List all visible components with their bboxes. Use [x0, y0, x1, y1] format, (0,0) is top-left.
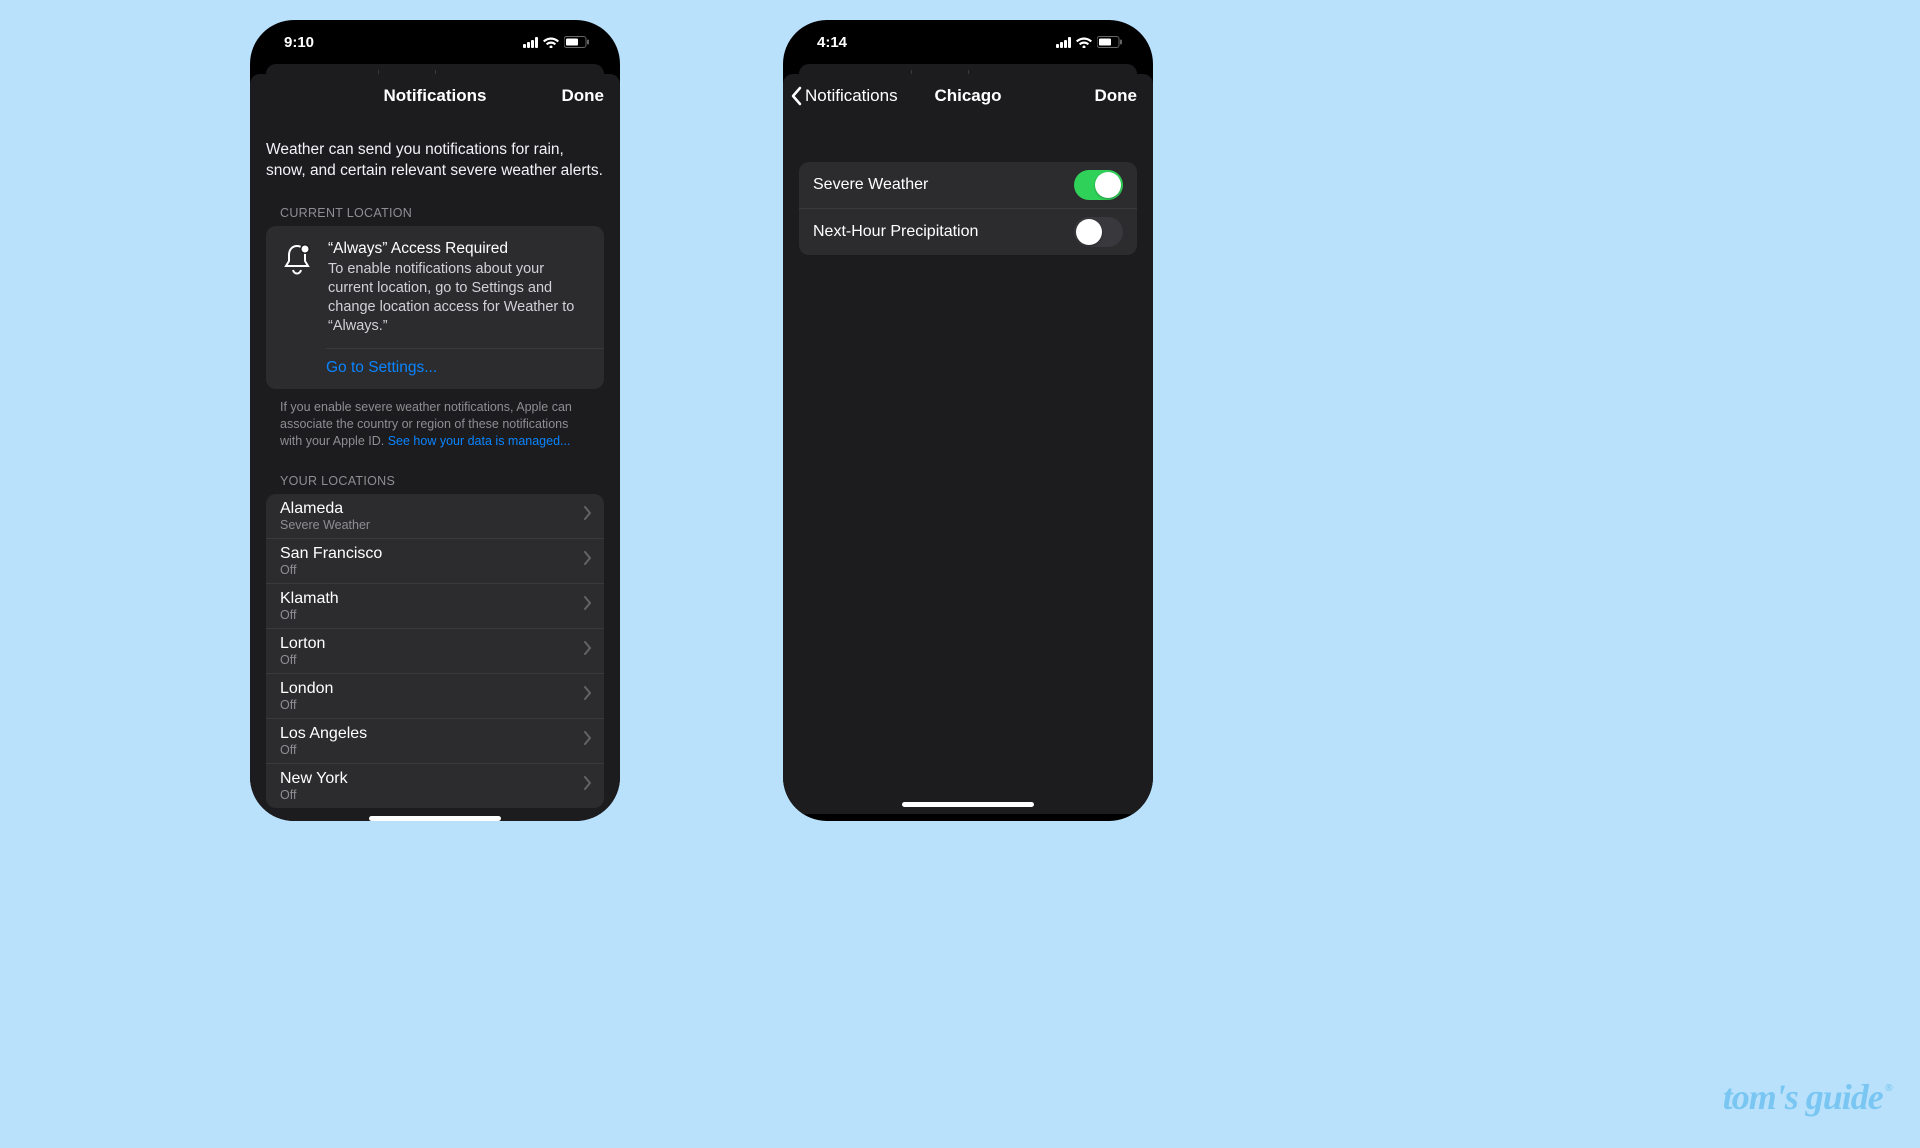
location-row[interactable]: San FranciscoOff — [266, 539, 604, 584]
chevron-right-icon — [584, 551, 592, 570]
back-label: Notifications — [805, 86, 898, 106]
location-status: Off — [280, 698, 333, 712]
privacy-footer: If you enable severe weather notificatio… — [266, 389, 604, 468]
chevron-right-icon — [584, 731, 592, 750]
phone-notifications-list: 9:10 Notifications Done Weather can send… — [250, 20, 620, 821]
location-row[interactable]: Los AngelesOff — [266, 719, 604, 764]
section-header-current-location: CURRENT LOCATION — [266, 200, 604, 226]
location-name: London — [280, 680, 333, 698]
location-status: Off — [280, 743, 367, 757]
location-name: New York — [280, 770, 348, 788]
wifi-icon — [543, 36, 559, 48]
nav-title: Chicago — [934, 86, 1001, 106]
location-row[interactable]: AlamedaSevere Weather — [266, 494, 604, 539]
alert-title: “Always” Access Required — [328, 240, 590, 258]
watermark-logo: tom's guide® — [1723, 1076, 1890, 1118]
location-name: Klamath — [280, 590, 339, 608]
toggle-list: Severe Weather Next-Hour Precipitation — [799, 162, 1137, 255]
chevron-right-icon — [584, 506, 592, 525]
toggle-switch[interactable] — [1074, 170, 1123, 200]
toggle-row: Next-Hour Precipitation — [799, 208, 1137, 255]
toggle-label: Severe Weather — [813, 176, 928, 194]
location-status: Off — [280, 788, 348, 802]
location-name: Lorton — [280, 635, 325, 653]
chevron-left-icon — [791, 86, 803, 106]
cellular-signal-icon — [1056, 37, 1071, 48]
privacy-footer-link[interactable]: See how your data is managed... — [388, 434, 571, 448]
cellular-signal-icon — [523, 37, 538, 48]
toggle-label: Next-Hour Precipitation — [813, 223, 978, 241]
location-name: Los Angeles — [280, 725, 367, 743]
home-indicator[interactable] — [902, 802, 1034, 807]
current-location-card: “Always” Access Required To enable notif… — [266, 226, 604, 390]
sheet: Notifications Chicago Done Severe Weathe… — [783, 74, 1153, 814]
chevron-right-icon — [584, 641, 592, 660]
toggle-switch[interactable] — [1074, 217, 1123, 247]
wifi-icon — [1076, 36, 1092, 48]
done-button[interactable]: Done — [562, 86, 605, 106]
nav-title: Notifications — [384, 86, 487, 106]
status-bar: 4:14 — [783, 20, 1153, 64]
back-button[interactable]: Notifications — [791, 86, 898, 106]
location-status: Off — [280, 608, 339, 622]
bell-alert-icon — [280, 240, 314, 337]
chevron-right-icon — [584, 776, 592, 795]
location-row[interactable]: KlamathOff — [266, 584, 604, 629]
battery-icon — [564, 36, 590, 48]
location-status: Off — [280, 653, 325, 667]
chevron-right-icon — [584, 596, 592, 615]
home-indicator[interactable] — [369, 816, 501, 821]
status-time: 9:10 — [284, 34, 314, 51]
location-name: San Francisco — [280, 545, 382, 563]
location-name: Alameda — [280, 500, 370, 518]
nav-bar: Notifications Done — [250, 74, 620, 118]
status-bar: 9:10 — [250, 20, 620, 64]
alert-body: To enable notifications about your curre… — [328, 260, 590, 337]
location-row[interactable]: LondonOff — [266, 674, 604, 719]
locations-list: AlamedaSevere WeatherSan FranciscoOffKla… — [266, 494, 604, 808]
location-row[interactable]: New YorkOff — [266, 764, 604, 808]
battery-icon — [1097, 36, 1123, 48]
location-status: Off — [280, 563, 382, 577]
location-status: Severe Weather — [280, 518, 370, 532]
status-time: 4:14 — [817, 34, 847, 51]
chevron-right-icon — [584, 686, 592, 705]
nav-bar: Notifications Chicago Done — [783, 74, 1153, 118]
done-button[interactable]: Done — [1095, 86, 1138, 106]
status-icons — [1056, 36, 1123, 48]
intro-text: Weather can send you notifications for r… — [266, 118, 604, 200]
toggle-row: Severe Weather — [799, 162, 1137, 208]
status-icons — [523, 36, 590, 48]
section-header-your-locations: YOUR LOCATIONS — [266, 468, 604, 494]
phone-location-detail: 4:14 Notifications Chicago Done Severe W… — [783, 20, 1153, 821]
go-to-settings-link[interactable]: Go to Settings... — [266, 349, 604, 389]
sheet: Notifications Done Weather can send you … — [250, 74, 620, 821]
location-row[interactable]: LortonOff — [266, 629, 604, 674]
